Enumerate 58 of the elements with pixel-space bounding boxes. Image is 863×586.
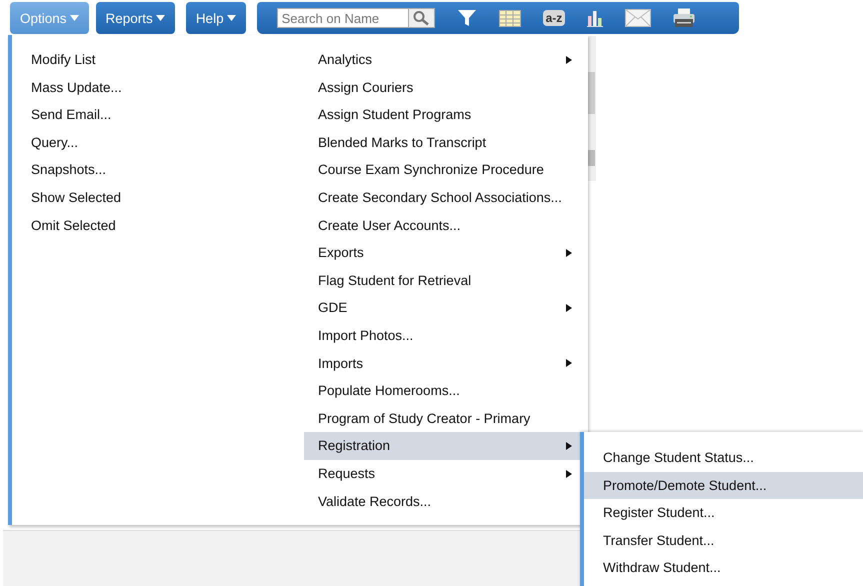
menu-item-label: Exports (318, 244, 364, 262)
menu-item[interactable]: Course Exam Synchronize Procedure (304, 156, 582, 184)
menu-item-label: Analytics (318, 51, 372, 69)
menu-item-label: Course Exam Synchronize Procedure (318, 161, 544, 180)
menu-item[interactable]: Modify List (31, 46, 304, 74)
filter-icon[interactable] (456, 9, 477, 27)
menu-item-label: Requests (318, 464, 376, 483)
menu-item[interactable]: Import Photos... (304, 322, 582, 350)
menu-item[interactable]: Populate Homerooms... (304, 377, 582, 405)
menu-item-label: Populate Homerooms... (318, 382, 460, 400)
menu-item[interactable]: Assign Student Programs (304, 101, 582, 129)
menu-item[interactable]: Assign Couriers (304, 74, 582, 102)
menu-item[interactable]: Registration (304, 432, 582, 460)
menu-item[interactable]: Omit Selected (31, 212, 304, 240)
table-icon[interactable] (498, 10, 521, 26)
menu-item[interactable]: Analytics (304, 46, 582, 74)
menu-item-label: Imports (318, 354, 364, 373)
printer-icon[interactable] (673, 8, 696, 28)
sort-icon[interactable]: a-z (542, 10, 566, 26)
menu-item[interactable]: Register Student... (584, 499, 863, 527)
menu-item-label: Create User Accounts... (318, 216, 461, 235)
menu-item[interactable]: Exports (304, 239, 582, 267)
menu-item-label: Assign Couriers (318, 78, 414, 97)
menu-item[interactable]: Validate Records... (304, 488, 582, 516)
menu-item[interactable]: Imports (304, 350, 582, 378)
menu-item[interactable]: Transfer Student... (584, 526, 863, 554)
menu-item[interactable]: Flag Student for Retrieval (304, 266, 582, 294)
search-field[interactable]: Search on Name (276, 8, 409, 28)
menu-item-label: Import Photos... (318, 326, 414, 345)
menu-item-label: Program of Study Creator - Primary (318, 410, 530, 428)
menu-item[interactable]: Send Email... (31, 101, 304, 129)
bar-chart-icon[interactable] (587, 10, 604, 26)
menu-item[interactable]: Requests (304, 460, 582, 488)
menu-item[interactable]: Change Student Status... (584, 444, 863, 472)
menu-item[interactable]: Blended Marks to Transcript (304, 128, 582, 156)
menu-item[interactable]: Mass Update... (31, 74, 304, 102)
menu-item[interactable]: Withdraw Student... (584, 554, 863, 582)
menu-item-label: Registration (318, 437, 390, 456)
menu-item-label: GDE (318, 299, 348, 318)
menu-item-label: Flag Student for Retrieval (318, 272, 472, 290)
menu-button[interactable]: Help (186, 2, 246, 34)
menu-item[interactable]: Create Secondary School Associations... (304, 184, 582, 212)
menu-item-label: Create Secondary School Associations... (318, 188, 562, 207)
menu-item[interactable]: Query... (31, 128, 304, 156)
menu-item[interactable]: Snapshots... (31, 156, 304, 184)
menu-item-label: Assign Student Programs (318, 106, 472, 124)
caret-icon (226, 15, 236, 21)
menu-button[interactable]: Reports (96, 2, 175, 34)
menu-item[interactable]: Promote/Demote Student... (584, 472, 863, 500)
menu-item[interactable]: Create User Accounts... (304, 212, 582, 240)
menu-item[interactable]: GDE (304, 294, 582, 322)
caret-icon (70, 15, 79, 21)
menu-item-label: Validate Records... (318, 492, 432, 510)
menu-item[interactable]: Show Selected (31, 184, 304, 212)
menu-item-label: Blended Marks to Transcript (318, 134, 486, 152)
caret-icon (156, 15, 165, 21)
search-button[interactable] (408, 8, 435, 28)
menu-item[interactable]: Program of Study Creator - Primary (304, 404, 582, 432)
